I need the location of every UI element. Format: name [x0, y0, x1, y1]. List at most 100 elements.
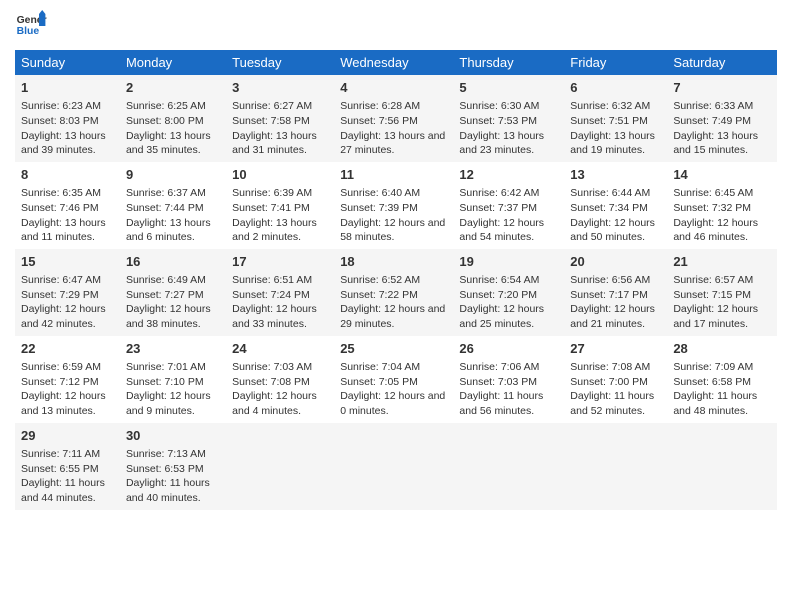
calendar-cell	[334, 423, 453, 510]
sunset: Sunset: 6:58 PM	[673, 376, 751, 388]
calendar-week-row: 22Sunrise: 6:59 AMSunset: 7:12 PMDayligh…	[15, 336, 777, 423]
sunset: Sunset: 7:15 PM	[673, 289, 751, 301]
calendar-cell: 23Sunrise: 7:01 AMSunset: 7:10 PMDayligh…	[120, 336, 226, 423]
sunrise: Sunrise: 6:42 AM	[459, 187, 539, 199]
calendar-cell: 12Sunrise: 6:42 AMSunset: 7:37 PMDayligh…	[453, 162, 564, 249]
daylight-label: Daylight: 12 hours and 33 minutes.	[232, 303, 317, 330]
calendar-cell: 27Sunrise: 7:08 AMSunset: 7:00 PMDayligh…	[564, 336, 667, 423]
header-cell-wednesday: Wednesday	[334, 50, 453, 75]
sunrise: Sunrise: 6:57 AM	[673, 274, 753, 286]
sunset: Sunset: 7:17 PM	[570, 289, 648, 301]
day-number: 8	[21, 166, 114, 184]
header-cell-monday: Monday	[120, 50, 226, 75]
sunrise: Sunrise: 7:06 AM	[459, 361, 539, 373]
calendar-cell: 11Sunrise: 6:40 AMSunset: 7:39 PMDayligh…	[334, 162, 453, 249]
calendar-cell: 29Sunrise: 7:11 AMSunset: 6:55 PMDayligh…	[15, 423, 120, 510]
daylight-label: Daylight: 12 hours and 13 minutes.	[21, 390, 106, 417]
day-number: 4	[340, 79, 447, 97]
day-number: 14	[673, 166, 771, 184]
sunrise: Sunrise: 6:56 AM	[570, 274, 650, 286]
sunset: Sunset: 7:27 PM	[126, 289, 204, 301]
daylight-label: Daylight: 12 hours and 25 minutes.	[459, 303, 544, 330]
day-number: 2	[126, 79, 220, 97]
daylight-label: Daylight: 12 hours and 0 minutes.	[340, 390, 445, 417]
day-number: 16	[126, 253, 220, 271]
sunrise: Sunrise: 6:40 AM	[340, 187, 420, 199]
day-number: 28	[673, 340, 771, 358]
calendar-cell	[226, 423, 334, 510]
day-number: 26	[459, 340, 558, 358]
calendar-cell	[667, 423, 777, 510]
daylight-label: Daylight: 13 hours and 6 minutes.	[126, 217, 211, 244]
sunset: Sunset: 7:34 PM	[570, 202, 648, 214]
day-number: 11	[340, 166, 447, 184]
sunrise: Sunrise: 6:49 AM	[126, 274, 206, 286]
logo-icon: General Blue	[15, 10, 47, 42]
header-cell-tuesday: Tuesday	[226, 50, 334, 75]
svg-text:Blue: Blue	[17, 26, 40, 37]
sunrise: Sunrise: 6:35 AM	[21, 187, 101, 199]
daylight-label: Daylight: 12 hours and 9 minutes.	[126, 390, 211, 417]
sunrise: Sunrise: 6:23 AM	[21, 100, 101, 112]
calendar-cell: 10Sunrise: 6:39 AMSunset: 7:41 PMDayligh…	[226, 162, 334, 249]
calendar-cell: 3Sunrise: 6:27 AMSunset: 7:58 PMDaylight…	[226, 75, 334, 162]
sunrise: Sunrise: 6:30 AM	[459, 100, 539, 112]
day-number: 24	[232, 340, 328, 358]
day-number: 3	[232, 79, 328, 97]
day-number: 23	[126, 340, 220, 358]
daylight-label: Daylight: 13 hours and 11 minutes.	[21, 217, 106, 244]
sunrise: Sunrise: 6:44 AM	[570, 187, 650, 199]
daylight-label: Daylight: 12 hours and 58 minutes.	[340, 217, 445, 244]
sunrise: Sunrise: 6:32 AM	[570, 100, 650, 112]
sunset: Sunset: 7:56 PM	[340, 115, 418, 127]
daylight-label: Daylight: 13 hours and 2 minutes.	[232, 217, 317, 244]
calendar-cell: 7Sunrise: 6:33 AMSunset: 7:49 PMDaylight…	[667, 75, 777, 162]
sunrise: Sunrise: 6:47 AM	[21, 274, 101, 286]
daylight-label: Daylight: 11 hours and 44 minutes.	[21, 477, 105, 504]
daylight-label: Daylight: 11 hours and 52 minutes.	[570, 390, 654, 417]
sunrise: Sunrise: 7:13 AM	[126, 448, 206, 460]
calendar-cell	[453, 423, 564, 510]
sunset: Sunset: 7:24 PM	[232, 289, 310, 301]
day-number: 20	[570, 253, 661, 271]
daylight-label: Daylight: 12 hours and 17 minutes.	[673, 303, 758, 330]
day-number: 18	[340, 253, 447, 271]
sunset: Sunset: 7:22 PM	[340, 289, 418, 301]
calendar-cell: 19Sunrise: 6:54 AMSunset: 7:20 PMDayligh…	[453, 249, 564, 336]
sunset: Sunset: 7:46 PM	[21, 202, 99, 214]
sunset: Sunset: 7:03 PM	[459, 376, 537, 388]
sunrise: Sunrise: 6:54 AM	[459, 274, 539, 286]
daylight-label: Daylight: 12 hours and 54 minutes.	[459, 217, 544, 244]
calendar-cell: 5Sunrise: 6:30 AMSunset: 7:53 PMDaylight…	[453, 75, 564, 162]
calendar-cell: 28Sunrise: 7:09 AMSunset: 6:58 PMDayligh…	[667, 336, 777, 423]
daylight-label: Daylight: 12 hours and 29 minutes.	[340, 303, 445, 330]
day-number: 1	[21, 79, 114, 97]
sunrise: Sunrise: 6:27 AM	[232, 100, 312, 112]
sunset: Sunset: 6:53 PM	[126, 463, 204, 475]
calendar-header-row: SundayMondayTuesdayWednesdayThursdayFrid…	[15, 50, 777, 75]
calendar-week-row: 1Sunrise: 6:23 AMSunset: 8:03 PMDaylight…	[15, 75, 777, 162]
calendar-cell: 1Sunrise: 6:23 AMSunset: 8:03 PMDaylight…	[15, 75, 120, 162]
sunset: Sunset: 7:53 PM	[459, 115, 537, 127]
day-number: 29	[21, 427, 114, 445]
sunset: Sunset: 7:00 PM	[570, 376, 648, 388]
daylight-label: Daylight: 12 hours and 46 minutes.	[673, 217, 758, 244]
sunset: Sunset: 8:00 PM	[126, 115, 204, 127]
calendar-cell: 26Sunrise: 7:06 AMSunset: 7:03 PMDayligh…	[453, 336, 564, 423]
day-number: 17	[232, 253, 328, 271]
header-cell-friday: Friday	[564, 50, 667, 75]
daylight-label: Daylight: 13 hours and 15 minutes.	[673, 130, 758, 157]
header-cell-sunday: Sunday	[15, 50, 120, 75]
sunset: Sunset: 7:05 PM	[340, 376, 418, 388]
day-number: 25	[340, 340, 447, 358]
sunrise: Sunrise: 7:03 AM	[232, 361, 312, 373]
sunset: Sunset: 7:20 PM	[459, 289, 537, 301]
day-number: 9	[126, 166, 220, 184]
sunrise: Sunrise: 6:45 AM	[673, 187, 753, 199]
day-number: 5	[459, 79, 558, 97]
header-cell-saturday: Saturday	[667, 50, 777, 75]
logo: General Blue	[15, 10, 51, 42]
calendar-week-row: 29Sunrise: 7:11 AMSunset: 6:55 PMDayligh…	[15, 423, 777, 510]
sunrise: Sunrise: 7:11 AM	[21, 448, 100, 460]
calendar-cell: 20Sunrise: 6:56 AMSunset: 7:17 PMDayligh…	[564, 249, 667, 336]
